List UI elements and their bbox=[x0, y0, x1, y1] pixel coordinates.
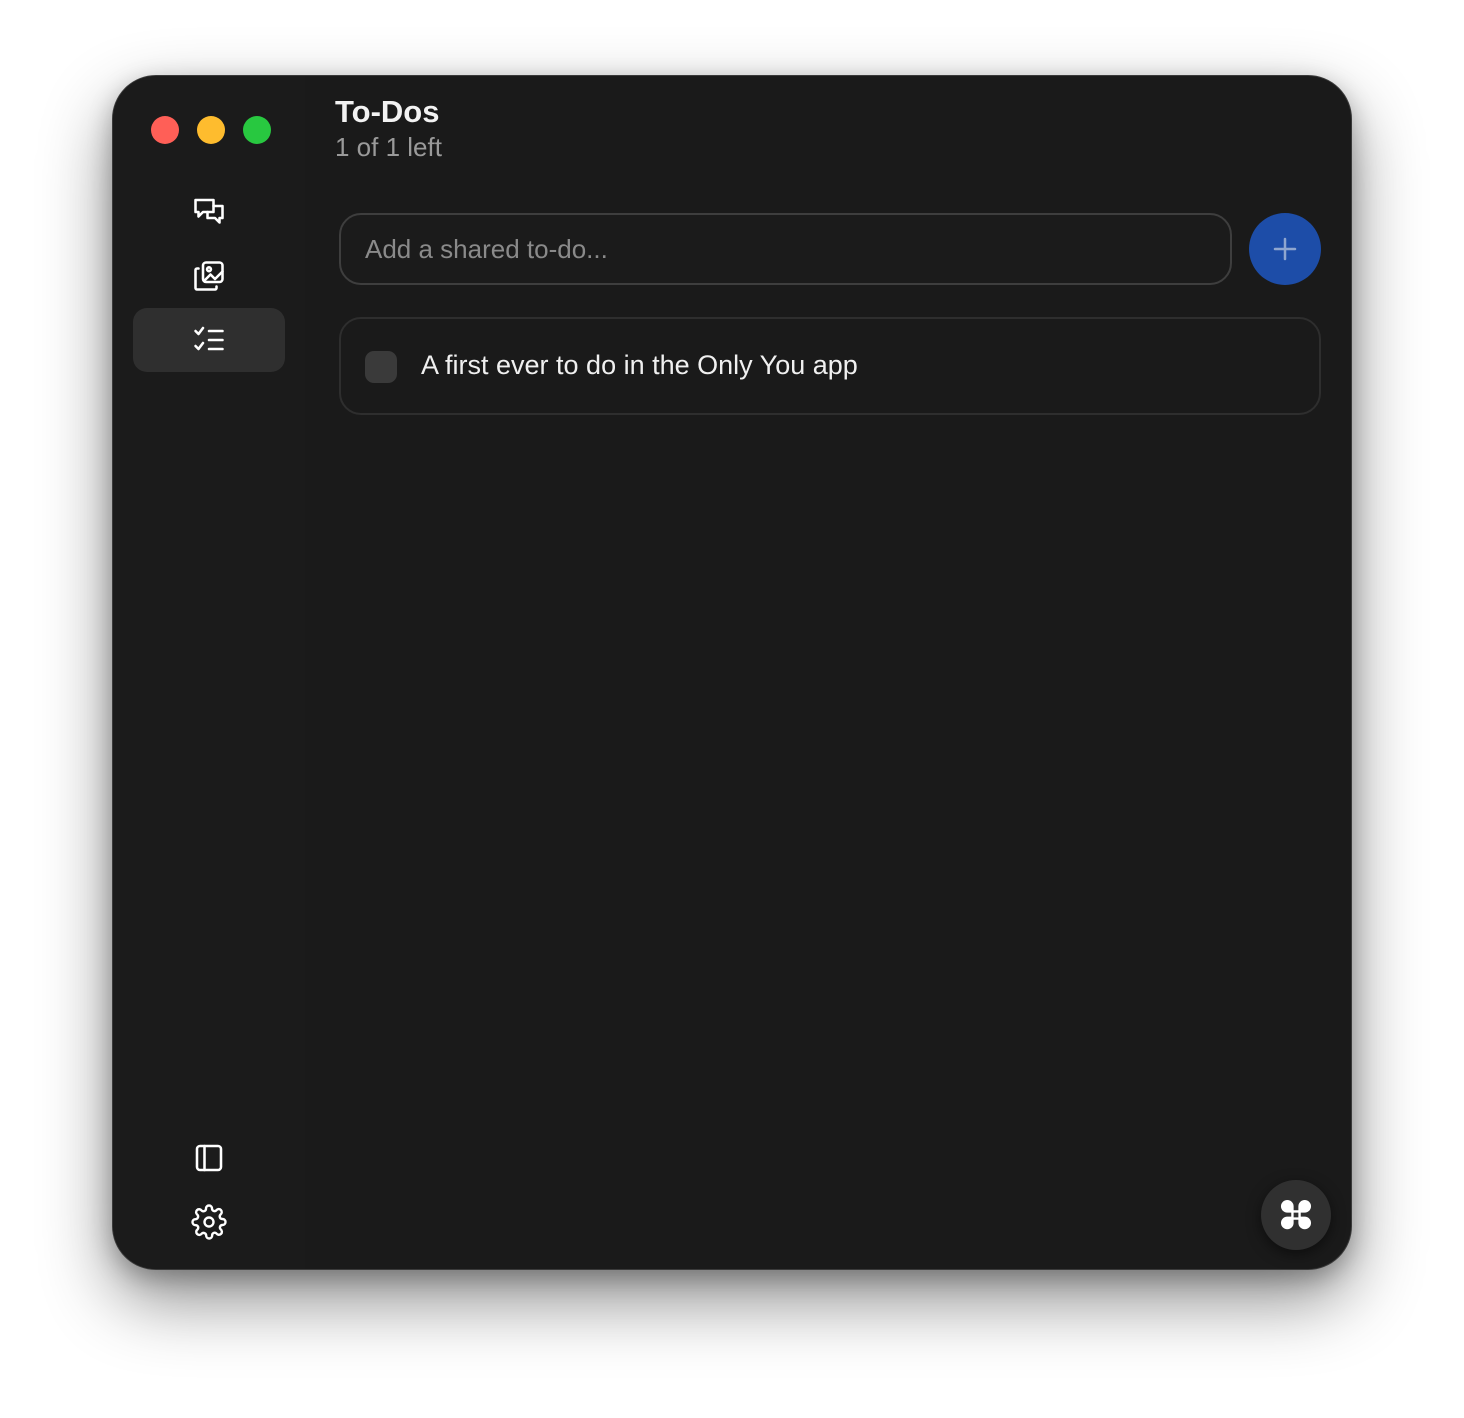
sidebar bbox=[113, 76, 305, 1269]
sidebar-item-photos[interactable] bbox=[133, 244, 285, 308]
add-todo-input[interactable] bbox=[339, 213, 1232, 285]
todo-text[interactable]: A first ever to do in the Only You app bbox=[421, 350, 858, 381]
toggle-sidebar-button[interactable] bbox=[133, 1126, 285, 1190]
command-key-icon bbox=[1280, 1199, 1312, 1230]
todo-checkbox[interactable] bbox=[365, 351, 397, 383]
sidebar-item-todos[interactable] bbox=[133, 308, 285, 372]
close-window-button[interactable] bbox=[151, 116, 179, 144]
settings-button[interactable] bbox=[133, 1190, 285, 1254]
command-button[interactable] bbox=[1261, 1180, 1331, 1250]
remaining-count: 1 of 1 left bbox=[335, 132, 442, 162]
minimize-window-button[interactable] bbox=[197, 116, 225, 144]
sidebar-panel-icon bbox=[195, 1144, 223, 1172]
photo-gallery-icon bbox=[194, 261, 224, 291]
app-window: To-Dos 1 of 1 left A first ever to do in… bbox=[112, 75, 1352, 1270]
plus-icon bbox=[1273, 237, 1297, 261]
gear-icon bbox=[191, 1204, 227, 1240]
todo-item: A first ever to do in the Only You app bbox=[339, 317, 1321, 415]
add-todo-button[interactable] bbox=[1249, 213, 1321, 285]
checklist-icon bbox=[194, 326, 224, 351]
zoom-window-button[interactable] bbox=[243, 116, 271, 144]
chat-bubbles-icon bbox=[194, 198, 224, 224]
page-title: To-Dos bbox=[335, 94, 440, 129]
sidebar-item-chat[interactable] bbox=[133, 180, 285, 244]
